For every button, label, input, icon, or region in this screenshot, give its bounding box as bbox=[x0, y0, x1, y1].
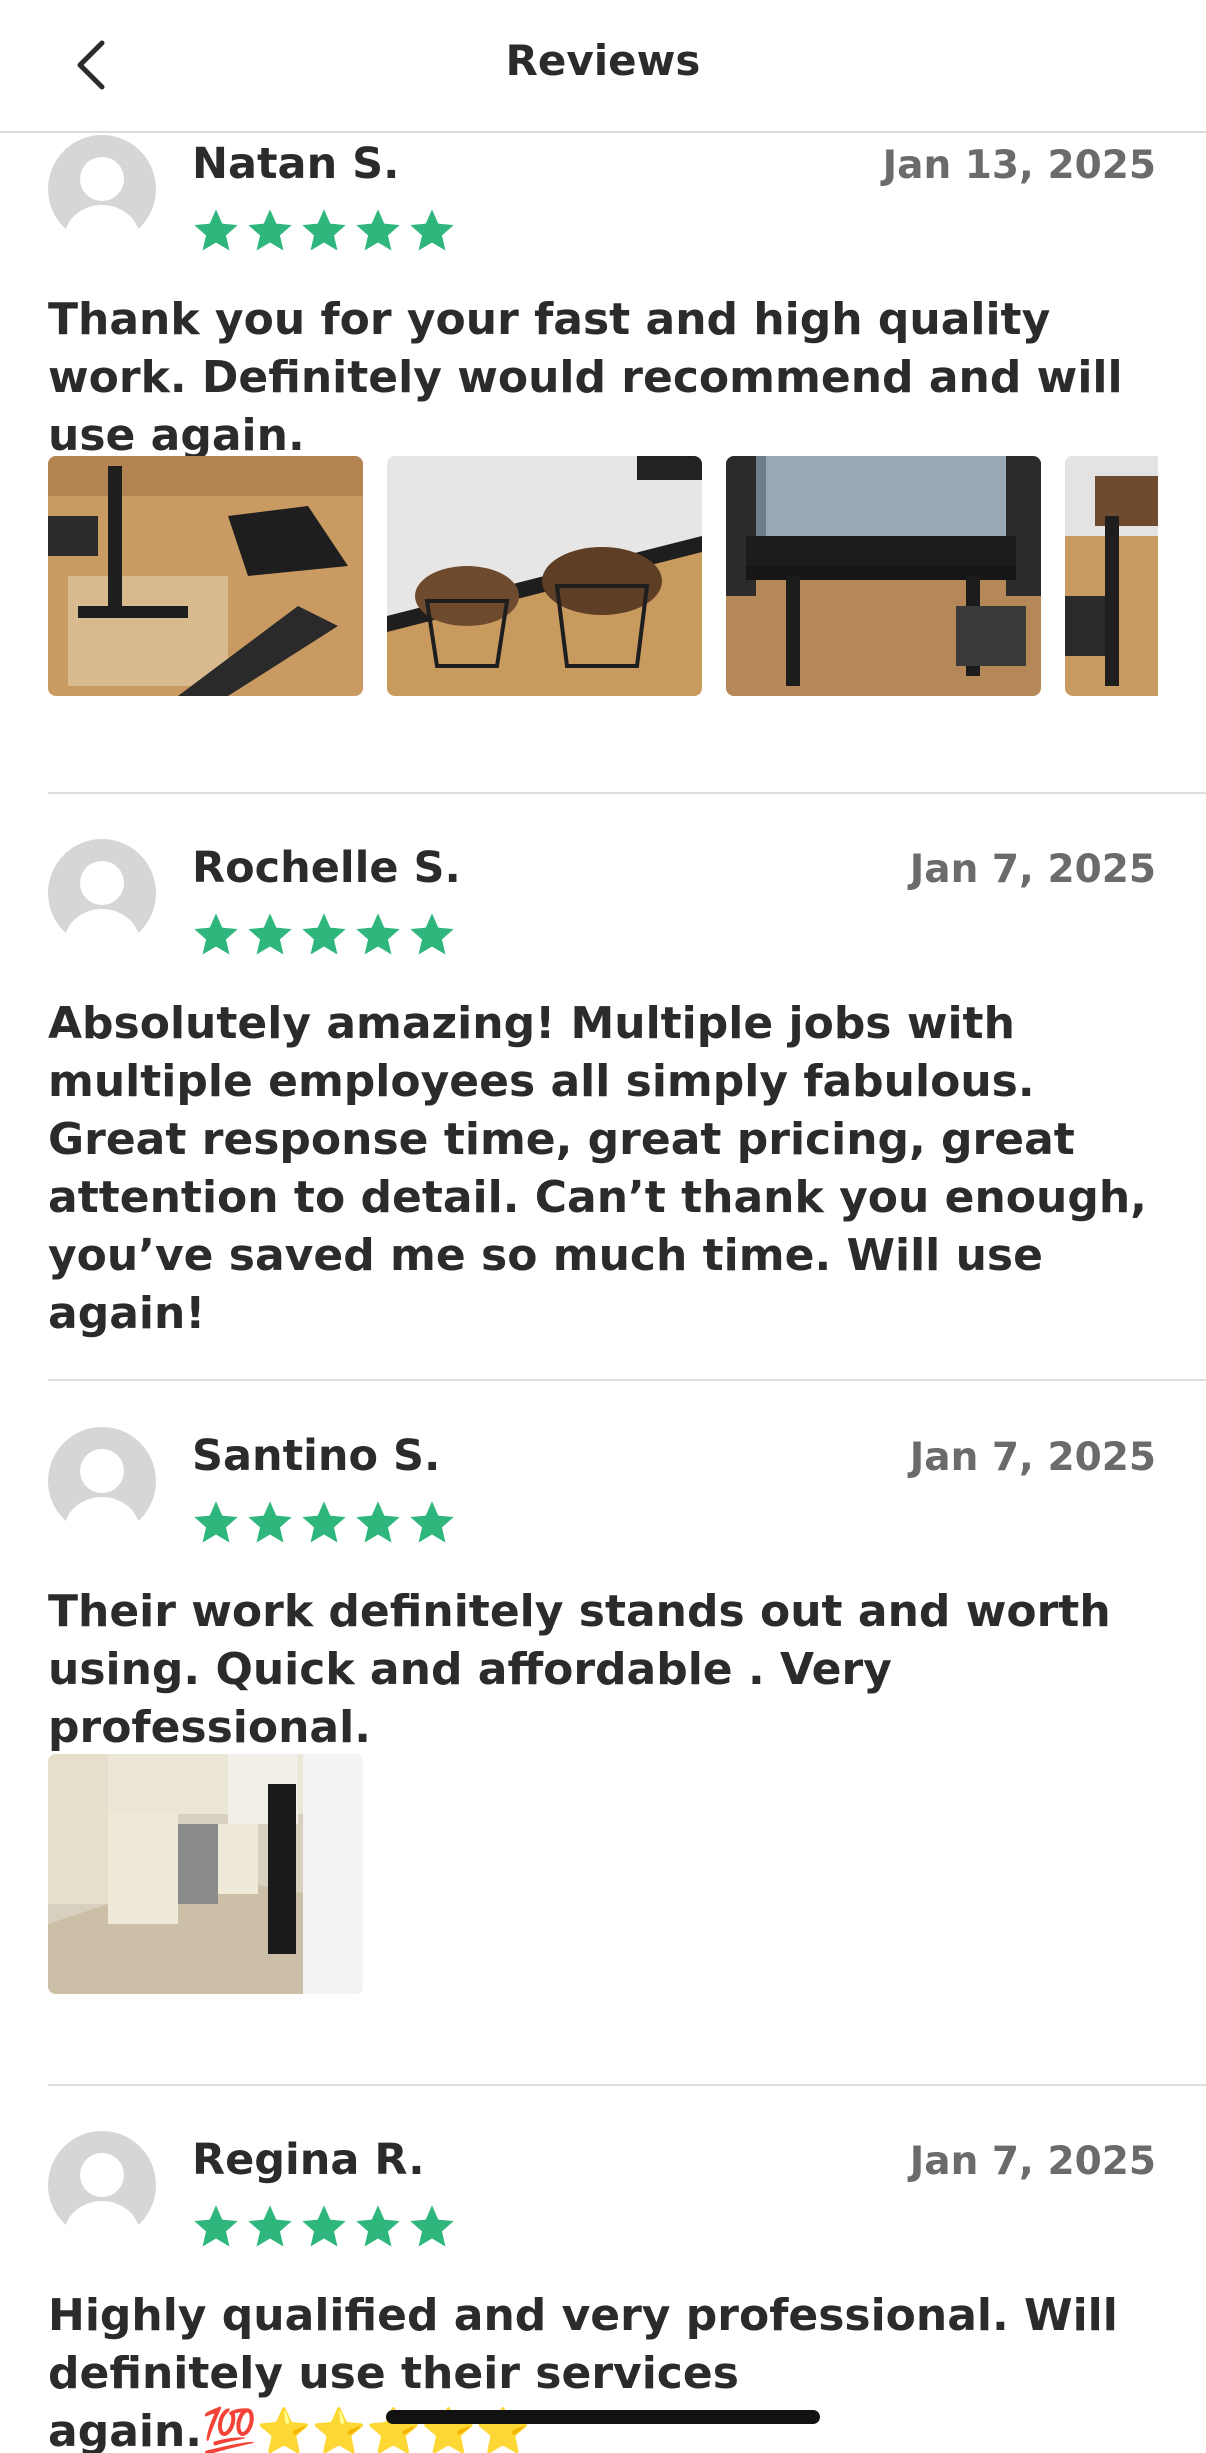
avatar bbox=[48, 839, 156, 947]
user-placeholder-icon bbox=[64, 157, 140, 243]
star-icon bbox=[356, 2205, 400, 2247]
star-icon bbox=[302, 1501, 346, 1543]
review-date: Jan 7, 2025 bbox=[909, 1435, 1156, 1480]
kitchen-photo bbox=[48, 1754, 363, 1994]
top-nav-bar: Reviews bbox=[0, 0, 1206, 133]
review-text: Thank you for your fast and high quality… bbox=[48, 294, 1123, 461]
reviewer-name: Natan S. bbox=[192, 139, 400, 189]
review-photos[interactable] bbox=[48, 456, 1158, 696]
star-icon bbox=[194, 2205, 238, 2247]
user-placeholder-icon bbox=[64, 861, 140, 947]
star-icon bbox=[194, 1501, 238, 1543]
user-placeholder-icon bbox=[64, 2153, 140, 2239]
star-icon bbox=[302, 209, 346, 251]
star-icon bbox=[410, 1501, 454, 1543]
star-icon bbox=[248, 2205, 292, 2247]
avatar bbox=[48, 135, 156, 243]
reviews-list[interactable]: Natan S. Jan 13, 2025 Thank you for your… bbox=[0, 133, 1206, 2453]
star-icon bbox=[302, 2205, 346, 2247]
star-icon bbox=[356, 913, 400, 955]
star-icon bbox=[248, 209, 292, 251]
desk-partial-photo bbox=[1065, 456, 1158, 696]
page-title: Reviews bbox=[505, 36, 701, 85]
review-text: Their work definitely stands out and wor… bbox=[48, 1586, 1111, 1753]
reviewer-name: Rochelle S. bbox=[192, 843, 461, 893]
star-icon bbox=[356, 1501, 400, 1543]
star-icon bbox=[410, 209, 454, 251]
star-rating bbox=[190, 2201, 458, 2255]
review-photos[interactable] bbox=[48, 1754, 1158, 1994]
star-icon bbox=[248, 1501, 292, 1543]
star-icon bbox=[356, 209, 400, 251]
star-rating bbox=[190, 1497, 458, 1551]
reviewer-name: Regina R. bbox=[192, 2135, 425, 2185]
review-divider bbox=[48, 2084, 1206, 2086]
star-icon bbox=[194, 209, 238, 251]
review-text: Absolutely amazing! Multiple jobs with m… bbox=[48, 998, 1147, 1339]
review-date: Jan 7, 2025 bbox=[909, 847, 1156, 892]
reviewer-name: Santino S. bbox=[192, 1431, 441, 1481]
star-icon bbox=[302, 913, 346, 955]
home-indicator[interactable] bbox=[386, 2410, 820, 2424]
review-text: Highly qualified and very professional. … bbox=[48, 2290, 1118, 2453]
review-divider bbox=[48, 792, 1206, 794]
star-icon bbox=[410, 913, 454, 955]
star-rating bbox=[190, 205, 458, 259]
desk-assembly-photo bbox=[48, 456, 363, 696]
star-icon bbox=[248, 913, 292, 955]
review-photo[interactable] bbox=[726, 456, 1041, 696]
review-date: Jan 7, 2025 bbox=[909, 2139, 1156, 2184]
star-icon bbox=[194, 913, 238, 955]
review-photo[interactable] bbox=[48, 456, 363, 696]
user-placeholder-icon bbox=[64, 1449, 140, 1535]
avatar bbox=[48, 1427, 156, 1535]
review-divider bbox=[48, 1379, 1206, 1381]
star-icon bbox=[410, 2205, 454, 2247]
standing-desk-photo bbox=[726, 456, 1041, 696]
review-date: Jan 13, 2025 bbox=[882, 143, 1156, 188]
star-rating bbox=[190, 909, 458, 963]
avatar bbox=[48, 2131, 156, 2239]
side-tables-photo bbox=[387, 456, 702, 696]
review-photo[interactable] bbox=[387, 456, 702, 696]
review-photo[interactable] bbox=[48, 1754, 363, 1994]
review-photo[interactable] bbox=[1065, 456, 1158, 696]
